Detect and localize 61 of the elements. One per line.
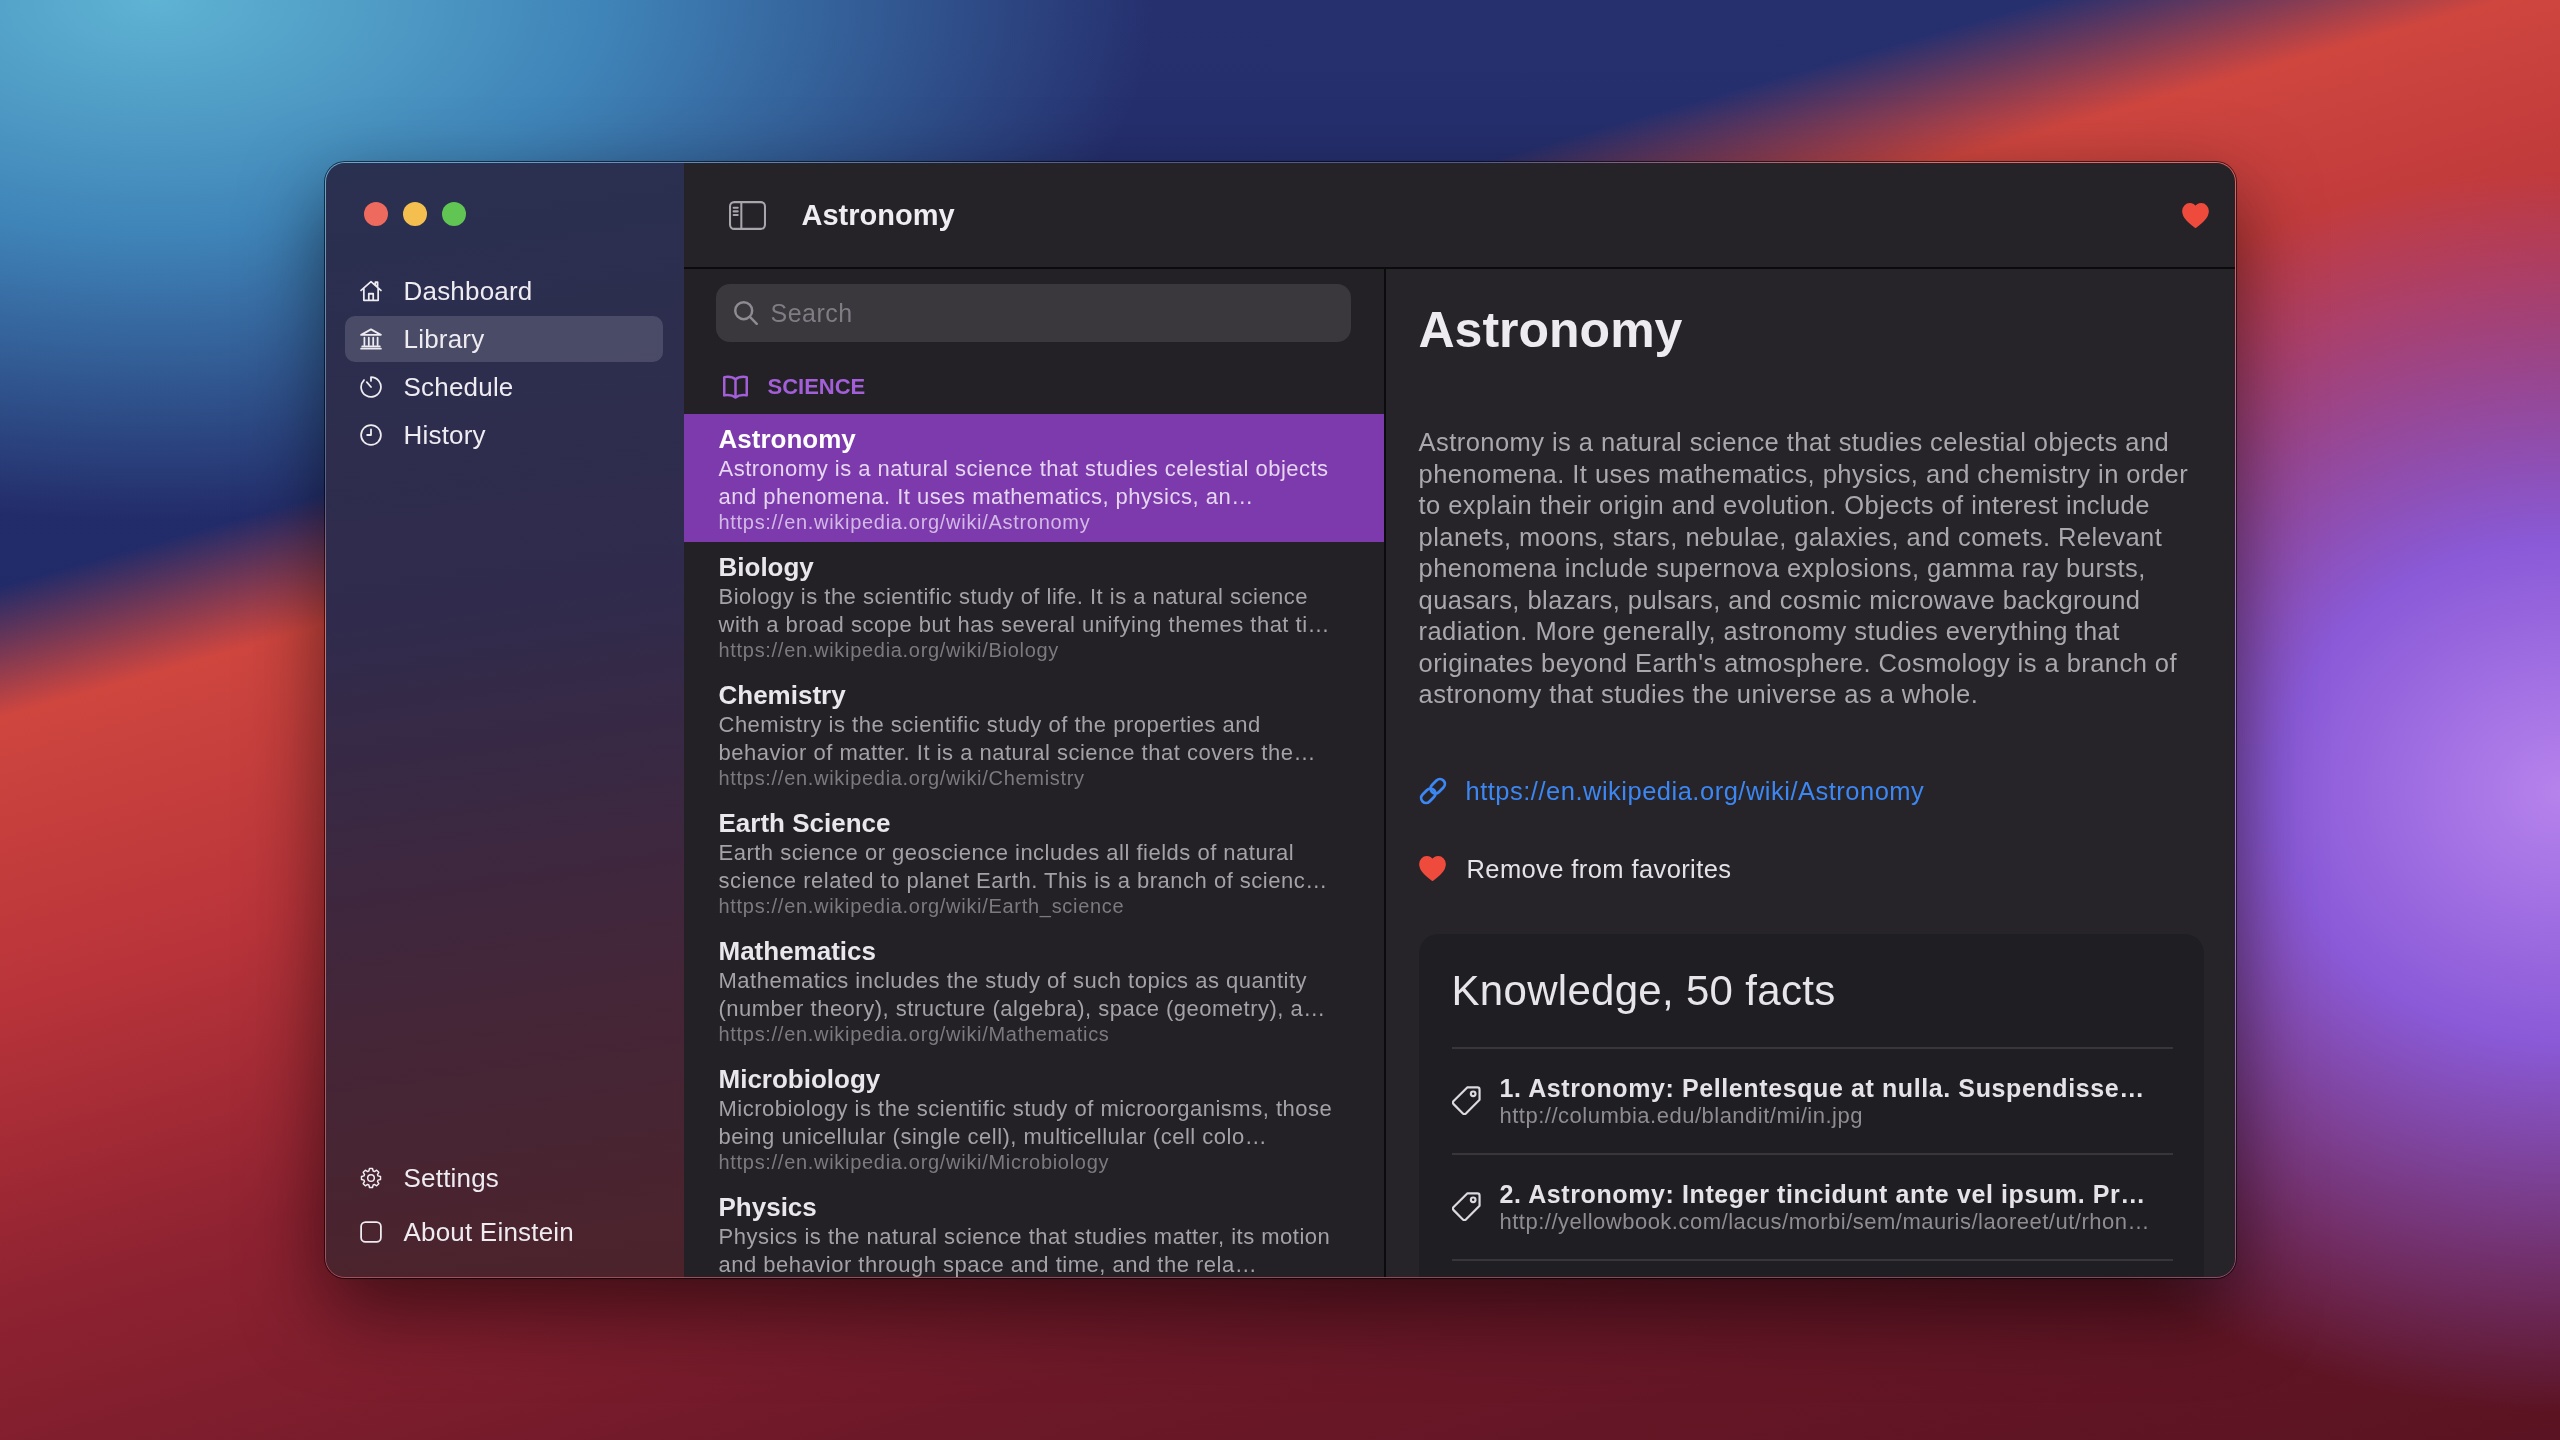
topic-row[interactable]: Chemistry Chemistry is the scientific study of the properties and behavior of matter. It is a natural science that covers the… https://en.wikipedia.org/wiki/Chemistry [683, 670, 1384, 798]
sidebar-item[interactable]: About Einstein [344, 1209, 663, 1255]
sidebar-item[interactable]: History [344, 412, 663, 458]
topic-row[interactable]: Biology Biology is the scientific study of life. It is a natural science with a broad scope but has several unifying themes that ti… https://en.wikipedia.org/wiki/Biology [683, 542, 1384, 670]
toolbar-title: Astronomy [801, 198, 955, 232]
square-icon [359, 1221, 382, 1243]
topic-url: https://en.wikipedia.org/wiki/Earth_science [718, 895, 1126, 917]
detail-summary: Astronomy is a natural science that studies celestial objects and phenomena. It uses mathematics, physics, and chemistry in order to explain their origin and evolution. Objects of interest include planets, moons, stars, nebulae, galaxies, and comets. Relevant phenomena include supernova explosions, gamma ray bursts, quasars, blazars, pulsars, and cosmic microwave background radiation. More generally, astronomy studies everything that originates beyond Earth's atmosphere. Cosmology is a branch of astronomy that studies the universe as a whole. [1418, 427, 2190, 710]
topic-description: Astronomy is a natural science that studies celestial objects and phenomena. It uses mathematics, physics, an… [718, 455, 1330, 511]
topic-row[interactable]: Mathematics Mathematics includes the study of such topics as quantity (number theory), structure (algebra), space (geometry), a… https://en.wikipedia.org/wiki/Mathematics [683, 926, 1384, 1054]
topic-title: Microbiology [718, 1063, 882, 1095]
heart-icon[interactable] [2181, 202, 2209, 228]
topic-title: Biology [718, 551, 815, 583]
tag-icon [1451, 1086, 1481, 1115]
columns-icon [359, 328, 382, 350]
timer-icon [359, 376, 382, 398]
topic-url: https://en.wikipedia.org/wiki/Astronomy [718, 511, 1092, 533]
topic-description: Chemistry is the scientific study of the properties and behavior of matter. It is a natural science that covers the… [718, 711, 1317, 767]
search-field[interactable]: Search [715, 284, 1351, 342]
topic-url: https://en.wikipedia.org/wiki/Mathematics [718, 1023, 1111, 1045]
close-button[interactable] [363, 202, 388, 226]
favorite-button[interactable]: Remove from favorites [1418, 852, 1732, 885]
fact-url: http://yellowbook.com/lacus/morbi/sem/mauris/laoreet/ut/rhon… [1499, 1208, 2150, 1235]
topic-title: Mathematics [718, 935, 877, 967]
topic-description: Microbiology is the scientific study of microorganisms, those being unicellular (single cell), multicellular (cell colo… [718, 1095, 1334, 1151]
topic-description: Mathematics includes the study of such topics as quantity (number theory), structure (algebra), space (geometry), a… [718, 967, 1327, 1023]
sidebar-item[interactable]: Settings [344, 1155, 663, 1201]
clock-icon [359, 424, 382, 446]
topic-description: Biology is the scientific study of life. It is a natural science with a broad scope but has several unifying themes that ti… [718, 583, 1332, 639]
source-link[interactable]: https://en.wikipedia.org/wiki/Astronomy [1465, 774, 1925, 807]
topic-title: Earth Science [718, 807, 892, 839]
topic-url: https://en.wikipedia.org/wiki/Microbiology [718, 1151, 1111, 1173]
fact-url: http://columbia.edu/blandit/mi/in.jpg [1499, 1102, 1864, 1129]
maximize-button[interactable] [441, 202, 466, 226]
tag-icon [1451, 1192, 1481, 1221]
topic-url: https://en.wikipedia.org/wiki/Chemistry [718, 767, 1086, 789]
topic-description: Earth science or geoscience includes all fields of natural science related to planet Earth. This is a branch of scienc… [718, 839, 1329, 895]
topic-row[interactable]: Earth Science Earth science or geoscience includes all fields of natural science related to planet Earth. This is a branch of scienc… https://en.wikipedia.org/wiki/Earth_science [683, 798, 1384, 926]
section-title: SCIENCE [767, 375, 866, 399]
card-title: Knowledge, 50 facts [1451, 965, 1837, 1016]
book-icon [722, 375, 748, 399]
house-icon [359, 280, 382, 302]
detail-title: Astronomy [1418, 301, 1684, 360]
sidebar-item[interactable]: Schedule [344, 364, 663, 410]
fact-title: 1. Astronomy: Pellentesque at nulla. Suspendisse… [1499, 1072, 2145, 1103]
topic-row[interactable]: Physics Physics is the natural science that studies matter, its motion and behavior through space and time, and the rela… [683, 1182, 1384, 1277]
topic-title: Physics [718, 1191, 818, 1223]
minimize-button[interactable] [402, 202, 427, 226]
topic-description: Physics is the natural science that studies matter, its motion and behavior through space and time, and the rela… [718, 1223, 1332, 1277]
topic-row[interactable]: Astronomy Astronomy is a natural science that studies celestial objects and phenomena. It uses mathematics, physics, an… https://en.wikipedia.org/wiki/Astronomy [683, 414, 1384, 542]
topic-url: https://en.wikipedia.org/wiki/Biology [718, 639, 1060, 661]
sidebar-icon[interactable] [728, 200, 766, 230]
search-icon [733, 301, 758, 325]
topic-row[interactable]: Microbiology Microbiology is the scientific study of microorganisms, those being unicellular (single cell), multicellular (cell colo… https://en.wikipedia.org/wiki/Microbiology [683, 1054, 1384, 1182]
sidebar-item[interactable]: Dashboard [344, 268, 663, 314]
gear-icon [359, 1167, 382, 1189]
sidebar-item[interactable]: Library [344, 316, 663, 362]
link-icon [1418, 776, 1447, 805]
topic-title: Astronomy [718, 423, 857, 455]
fact-title: 2. Astronomy: Integer tincidunt ante vel ipsum. Pr… [1499, 1178, 2147, 1209]
topic-title: Chemistry [718, 679, 847, 711]
